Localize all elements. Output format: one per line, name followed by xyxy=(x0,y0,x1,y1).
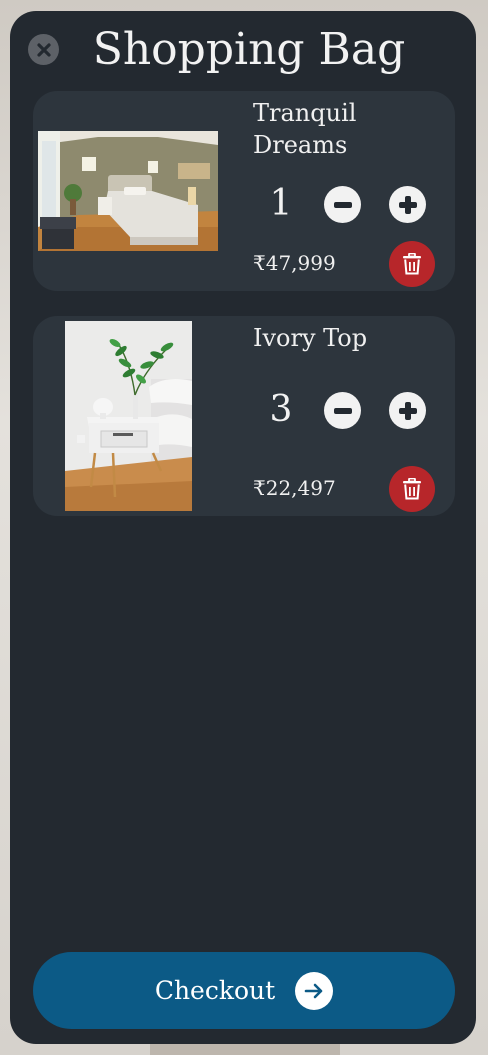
item-name: Ivory Top xyxy=(253,324,368,352)
increase-quantity-button[interactable] xyxy=(389,186,426,223)
item-name: Tranquil Dreams xyxy=(253,99,357,159)
item-price: ₹22,497 xyxy=(253,476,336,500)
decrease-quantity-button[interactable] xyxy=(324,392,361,429)
item-quantity: 3 xyxy=(269,389,293,430)
increase-quantity-button[interactable] xyxy=(389,392,426,429)
page-title: Shopping Bag xyxy=(92,24,406,75)
product-image-bedroom xyxy=(38,131,218,251)
minus-icon xyxy=(333,201,352,208)
plus-icon xyxy=(398,195,417,214)
product-image-nightstand xyxy=(65,321,192,511)
checkout-button[interactable]: Checkout xyxy=(33,952,455,1029)
cart-item: Tranquil Dreams 1 ₹47,999 xyxy=(33,91,455,291)
cart-item: Ivory Top 3 ₹22,497 xyxy=(33,316,455,516)
checkout-label: Checkout xyxy=(154,975,276,1005)
plus-icon xyxy=(398,401,417,420)
minus-icon xyxy=(333,407,352,414)
trash-icon xyxy=(403,253,421,275)
arrow-right-icon xyxy=(295,971,334,1010)
remove-item-button[interactable] xyxy=(389,466,435,512)
trash-icon xyxy=(403,478,421,500)
remove-item-button[interactable] xyxy=(389,241,435,287)
item-price: ₹47,999 xyxy=(253,251,336,275)
item-quantity: 1 xyxy=(269,183,293,224)
decrease-quantity-button[interactable] xyxy=(324,186,361,223)
